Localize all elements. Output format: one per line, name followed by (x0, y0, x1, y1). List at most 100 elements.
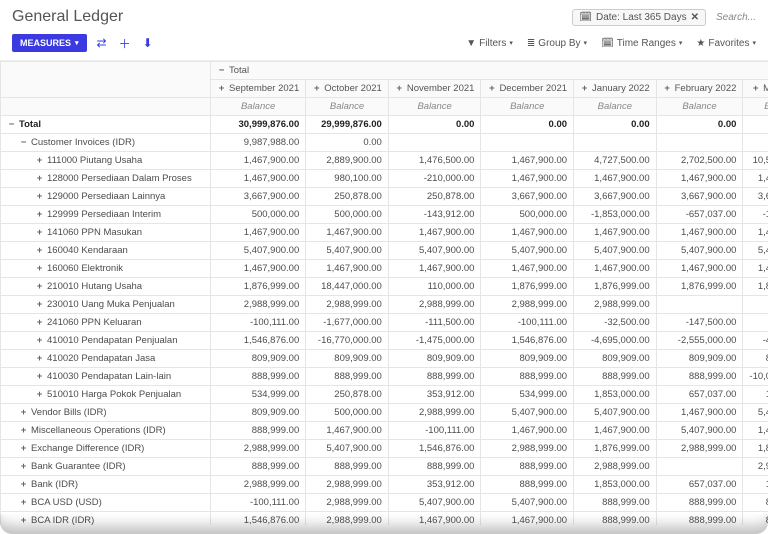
cell: 1,467,900.00 (743, 224, 768, 242)
cell: 888,999.00 (306, 458, 389, 476)
row-header[interactable]: +Vendor Bills (IDR) (1, 404, 211, 422)
pivot-scroll-area[interactable]: −Total +September 2021+October 2021+Nove… (0, 61, 768, 525)
filters-dropdown[interactable]: ▼ Filters ▾ (466, 38, 513, 49)
row-header[interactable]: +BCA IDR (IDR) (1, 512, 211, 526)
cell: 1,467,900.00 (388, 260, 481, 278)
cell: 888,999.00 (481, 476, 574, 494)
cell: 2,988,999.00 (574, 458, 657, 476)
col-group-total[interactable]: −Total (211, 62, 768, 80)
cell: 1,467,900.00 (211, 224, 306, 242)
cell: 3,667,900.00 (481, 188, 574, 206)
row-header[interactable]: +129000 Persediaan Lainnya (1, 188, 211, 206)
balance-header: Balance (656, 98, 743, 116)
cell: 1,467,900.00 (574, 260, 657, 278)
cell: 1,467,900.00 (388, 224, 481, 242)
expand-all-icon[interactable]: ＋ (117, 35, 133, 52)
cell: 657,037.00 (656, 476, 743, 494)
cell: 1,467,900.00 (306, 260, 389, 278)
row-header[interactable]: +Exchange Difference (IDR) (1, 440, 211, 458)
cell (743, 134, 768, 152)
cell: 5,407,900.00 (574, 242, 657, 260)
cell: 126,942.00 (743, 476, 768, 494)
cell: 888,999.00 (388, 368, 481, 386)
cell: 2,988,999.00 (388, 404, 481, 422)
row-header[interactable]: +BCA USD (USD) (1, 494, 211, 512)
balance-header: Balance (743, 98, 768, 116)
row-header[interactable]: +128000 Persediaan Dalam Proses (1, 170, 211, 188)
cell: 5,407,900.00 (306, 440, 389, 458)
cell: 1,467,900.00 (306, 224, 389, 242)
col-header[interactable]: +January 2022 (574, 80, 657, 98)
cell: 1,546,876.00 (481, 332, 574, 350)
row-header[interactable]: +510010 Harga Pokok Penjualan (1, 386, 211, 404)
row-header[interactable]: +241060 PPN Keluaran (1, 314, 211, 332)
row-header[interactable]: +Bank (IDR) (1, 476, 211, 494)
row-header[interactable]: +141060 PPN Masukan (1, 224, 211, 242)
cell: -1,853,000.00 (574, 206, 657, 224)
row-header[interactable]: −Customer Invoices (IDR) (1, 134, 211, 152)
cell: 250,878.00 (306, 386, 389, 404)
col-header[interactable]: +December 2021 (481, 80, 574, 98)
cell: 0.00 (743, 296, 768, 314)
date-filter-pill[interactable]: 🗓 Date: Last 365 Days ✕ (572, 9, 706, 26)
close-icon[interactable]: ✕ (691, 12, 699, 23)
cell: 534,999.00 (211, 386, 306, 404)
row-header[interactable]: +410010 Pendapatan Penjualan (1, 332, 211, 350)
cell: 500,000.00 (306, 206, 389, 224)
col-header[interactable]: +October 2021 (306, 80, 389, 98)
cell: 2,988,999.00 (388, 296, 481, 314)
row-header[interactable]: +410020 Pendapatan Jasa (1, 350, 211, 368)
cell: 809,909.00 (656, 350, 743, 368)
row-header[interactable]: +210010 Hutang Usaha (1, 278, 211, 296)
row-header[interactable]: +129999 Persediaan Interim (1, 206, 211, 224)
row-header[interactable]: +160060 Elektronik (1, 260, 211, 278)
cell: 888,999.00 (656, 512, 743, 526)
row-header[interactable]: +Bank Guarantee (IDR) (1, 458, 211, 476)
cell: 18,447,000.00 (306, 278, 389, 296)
row-header[interactable]: +160040 Kendaraan (1, 242, 211, 260)
cell: 1,467,900.00 (656, 170, 743, 188)
measures-button[interactable]: MEASURES ▾ (12, 34, 87, 52)
balance-header: Balance (211, 98, 306, 116)
star-icon: ★ (696, 38, 705, 49)
col-header[interactable]: +February 2022 (656, 80, 743, 98)
cell: 0.00 (388, 116, 481, 134)
search-input[interactable]: Search... (712, 12, 756, 23)
cell (656, 458, 743, 476)
cell: 3,667,900.00 (743, 188, 768, 206)
col-header[interactable]: +November 2021 (388, 80, 481, 98)
row-header[interactable]: +230010 Uang Muka Penjualan (1, 296, 211, 314)
cell: 1,467,900.00 (656, 224, 743, 242)
cell: 5,407,900.00 (481, 242, 574, 260)
flip-axis-icon[interactable]: ⇄ (95, 36, 109, 50)
cell (481, 134, 574, 152)
cell: 500,000.00 (306, 404, 389, 422)
cell: 1,467,900.00 (481, 260, 574, 278)
col-header[interactable]: +September 2021 (211, 80, 306, 98)
cell: 2,988,999.00 (211, 476, 306, 494)
cell: 1,876,999.00 (743, 278, 768, 296)
cell: 1,467,900.00 (743, 170, 768, 188)
cell: 1,467,900.00 (211, 152, 306, 170)
row-header[interactable]: +Miscellaneous Operations (IDR) (1, 422, 211, 440)
cell: 2,988,999.00 (574, 296, 657, 314)
group-by-dropdown[interactable]: ≣ Group By ▾ (527, 38, 587, 49)
cell: 29,999,876.00 (306, 116, 389, 134)
time-ranges-dropdown[interactable]: 🗓 Time Ranges ▾ (601, 38, 682, 49)
cell: 1,876,999.00 (743, 440, 768, 458)
cell: 1,467,900.00 (388, 512, 481, 526)
row-header[interactable]: +410030 Pendapatan Lain-lain (1, 368, 211, 386)
cell: 888,999.00 (656, 368, 743, 386)
cell: 888,999.00 (481, 458, 574, 476)
cell: -470,000.00 (743, 332, 768, 350)
cell: -147,500.00 (656, 314, 743, 332)
download-icon[interactable]: ⬇ (141, 36, 155, 50)
cell: 1,546,876.00 (388, 440, 481, 458)
cell: 500,000.00 (211, 206, 306, 224)
row-header[interactable]: +111000 Piutang Usaha (1, 152, 211, 170)
cell: 1,876,999.00 (211, 278, 306, 296)
col-header[interactable]: +March 2022 (743, 80, 768, 98)
favorites-dropdown[interactable]: ★ Favorites ▾ (696, 38, 756, 49)
cell: 5,407,900.00 (481, 494, 574, 512)
row-header[interactable]: −Total (1, 116, 211, 134)
